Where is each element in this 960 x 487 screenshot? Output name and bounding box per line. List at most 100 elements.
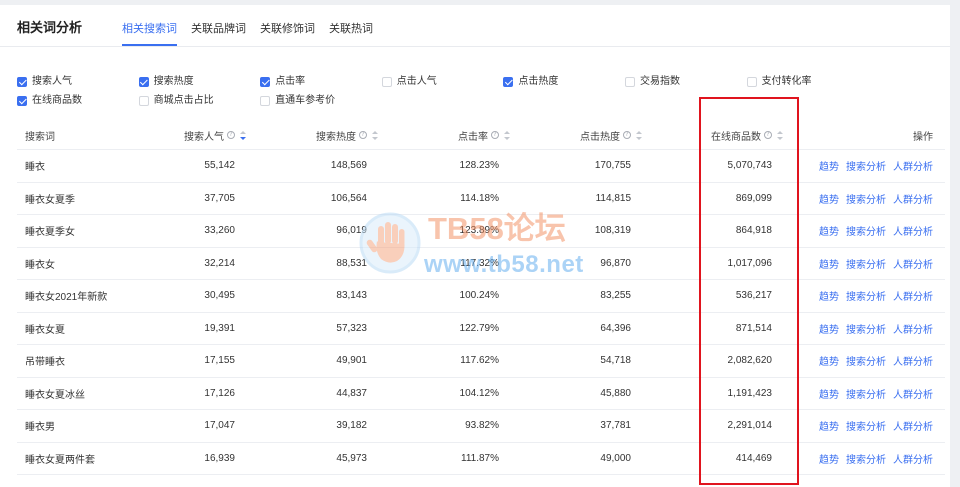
crowd-analysis-link[interactable]: 人群分析 [893, 418, 933, 433]
header-click-heat[interactable]: 点击热度 [510, 121, 642, 149]
search-analysis-link[interactable]: 搜索分析 [846, 353, 886, 368]
search-analysis-link[interactable]: 搜索分析 [846, 321, 886, 336]
cell-search-heat: 44,837 [336, 387, 367, 399]
sort-desc-icon[interactable] [240, 136, 246, 140]
info-icon[interactable] [764, 131, 772, 139]
crowd-analysis-link[interactable]: 人群分析 [893, 223, 933, 238]
table-row: 睡衣夏季女 33,260 96,019 123.89% 108,319 864,… [17, 215, 945, 248]
checkbox-label: 直通车参考价 [275, 94, 336, 106]
table-row: 睡衣女2021年新款 30,495 83,143 100.24% 83,255 … [17, 280, 945, 313]
header-actions: 操作 [800, 121, 933, 149]
cell-click-rate: 128.23% [459, 160, 499, 172]
header-online-products[interactable]: 在线商品数 [650, 121, 783, 149]
metric-checkbox-payment-conversion-rate[interactable]: 支付转化率 [746, 72, 869, 91]
checkbox-icon[interactable] [260, 76, 271, 87]
sort-desc-icon[interactable] [777, 136, 783, 140]
trend-link[interactable]: 趋势 [819, 158, 839, 173]
checkbox-icon[interactable] [17, 95, 27, 106]
search-analysis-link[interactable]: 搜索分析 [846, 256, 886, 271]
tab-related-modifier-terms[interactable]: 关联修饰词 [260, 19, 315, 46]
cell-search-heat: 83,143 [336, 290, 367, 302]
metric-checkbox-mall-click-share[interactable]: 商城点击占比 [138, 91, 261, 110]
crowd-analysis-link[interactable]: 人群分析 [893, 158, 933, 173]
sort-icon[interactable] [777, 130, 783, 140]
sort-icon[interactable] [636, 130, 642, 140]
cell-click-heat: 37,781 [600, 420, 631, 432]
crowd-analysis-link[interactable]: 人群分析 [893, 321, 933, 336]
checkbox-icon[interactable] [503, 76, 514, 87]
search-analysis-link[interactable]: 搜索分析 [846, 418, 886, 433]
trend-link[interactable]: 趋势 [819, 321, 839, 336]
page-title: 相关词分析 [17, 20, 83, 35]
metric-checkbox-click-rate[interactable]: 点击率 [260, 72, 382, 91]
search-analysis-link[interactable]: 搜索分析 [846, 451, 886, 466]
tab-related-hot-terms[interactable]: 关联热词 [329, 19, 373, 46]
header-search-heat[interactable]: 搜索热度 [250, 121, 378, 149]
header-click-rate[interactable]: 点击率 [380, 121, 510, 149]
crowd-analysis-link[interactable]: 人群分析 [893, 191, 933, 206]
cell-click-rate: 104.12% [459, 387, 499, 399]
checkbox-icon[interactable] [260, 95, 271, 106]
sort-asc-icon[interactable] [372, 130, 378, 134]
sort-asc-icon[interactable] [636, 130, 642, 134]
search-analysis-link[interactable]: 搜索分析 [846, 223, 886, 238]
trend-link[interactable]: 趋势 [819, 418, 839, 433]
crowd-analysis-link[interactable]: 人群分析 [893, 451, 933, 466]
info-icon[interactable] [359, 131, 367, 139]
trend-link[interactable]: 趋势 [819, 353, 839, 368]
checkbox-icon[interactable] [624, 76, 635, 87]
checkbox-icon[interactable] [138, 76, 149, 87]
metric-checkbox-transaction-index[interactable]: 交易指数 [624, 72, 747, 91]
metric-checkbox-search-heat[interactable]: 搜索热度 [138, 72, 261, 91]
crowd-analysis-link[interactable]: 人群分析 [893, 386, 933, 401]
metric-checkbox-click-heat[interactable]: 点击热度 [503, 72, 625, 91]
crowd-analysis-link[interactable]: 人群分析 [893, 288, 933, 303]
info-icon[interactable] [491, 131, 499, 139]
metric-checkbox-search-popularity[interactable]: 搜索人气 [17, 72, 139, 91]
trend-link[interactable]: 趋势 [819, 288, 839, 303]
crowd-analysis-link[interactable]: 人群分析 [893, 256, 933, 271]
header-search-popularity[interactable]: 搜索人气 [120, 121, 246, 149]
sort-desc-icon[interactable] [372, 136, 378, 140]
cell-click-heat: 108,319 [594, 225, 631, 237]
checkbox-icon[interactable] [381, 76, 392, 87]
trend-link[interactable]: 趋势 [819, 451, 839, 466]
trend-link[interactable]: 趋势 [819, 386, 839, 401]
cell-click-heat: 45,880 [600, 387, 631, 399]
cell-search-heat: 96,019 [336, 225, 367, 237]
tab-related-search-terms[interactable]: 相关搜索词 [122, 19, 177, 46]
checkbox-icon[interactable] [746, 76, 757, 87]
search-analysis-link[interactable]: 搜索分析 [846, 288, 886, 303]
search-analysis-link[interactable]: 搜索分析 [846, 158, 886, 173]
cell-actions: 趋势 搜索分析 人群分析 [800, 443, 933, 475]
trend-link[interactable]: 趋势 [819, 223, 839, 238]
checkbox-icon[interactable] [138, 95, 149, 106]
sort-asc-icon[interactable] [777, 130, 783, 134]
search-analysis-link[interactable]: 搜索分析 [846, 386, 886, 401]
checkbox-label: 支付转化率 [761, 75, 812, 87]
search-analysis-link[interactable]: 搜索分析 [846, 191, 886, 206]
metric-checkbox-online-products[interactable]: 在线商品数 [17, 91, 139, 110]
info-icon[interactable] [227, 131, 235, 139]
cell-click-heat: 49,000 [600, 452, 631, 464]
cell-click-rate: 122.79% [459, 322, 499, 334]
sort-desc-icon[interactable] [636, 136, 642, 140]
related-words-panel: 相关词分析 相关搜索词 关联品牌词 关联修饰词 关联热词 搜索人气 搜索热度 点… [0, 5, 950, 487]
trend-link[interactable]: 趋势 [819, 256, 839, 271]
metric-checkbox-click-popularity[interactable]: 点击人气 [381, 72, 504, 91]
metric-checkbox-ztc-reference-price[interactable]: 直通车参考价 [260, 91, 382, 110]
info-icon[interactable] [623, 131, 631, 139]
sort-icon[interactable] [372, 130, 378, 140]
tab-related-brand-terms[interactable]: 关联品牌词 [191, 19, 246, 46]
sort-icon[interactable] [240, 130, 246, 140]
table-row: 睡衣女夏冰丝 17,126 44,837 104.12% 45,880 1,19… [17, 378, 945, 410]
cell-online-products: 1,017,096 [727, 257, 773, 269]
cell-click-heat: 96,870 [600, 257, 631, 269]
crowd-analysis-link[interactable]: 人群分析 [893, 353, 933, 368]
checkbox-icon[interactable] [17, 76, 27, 87]
cell-click-rate: 117.32% [460, 257, 499, 269]
checkbox-label: 点击人气 [396, 75, 437, 87]
sort-asc-icon[interactable] [240, 130, 246, 134]
cell-click-heat: 54,718 [600, 355, 631, 367]
trend-link[interactable]: 趋势 [819, 191, 839, 206]
